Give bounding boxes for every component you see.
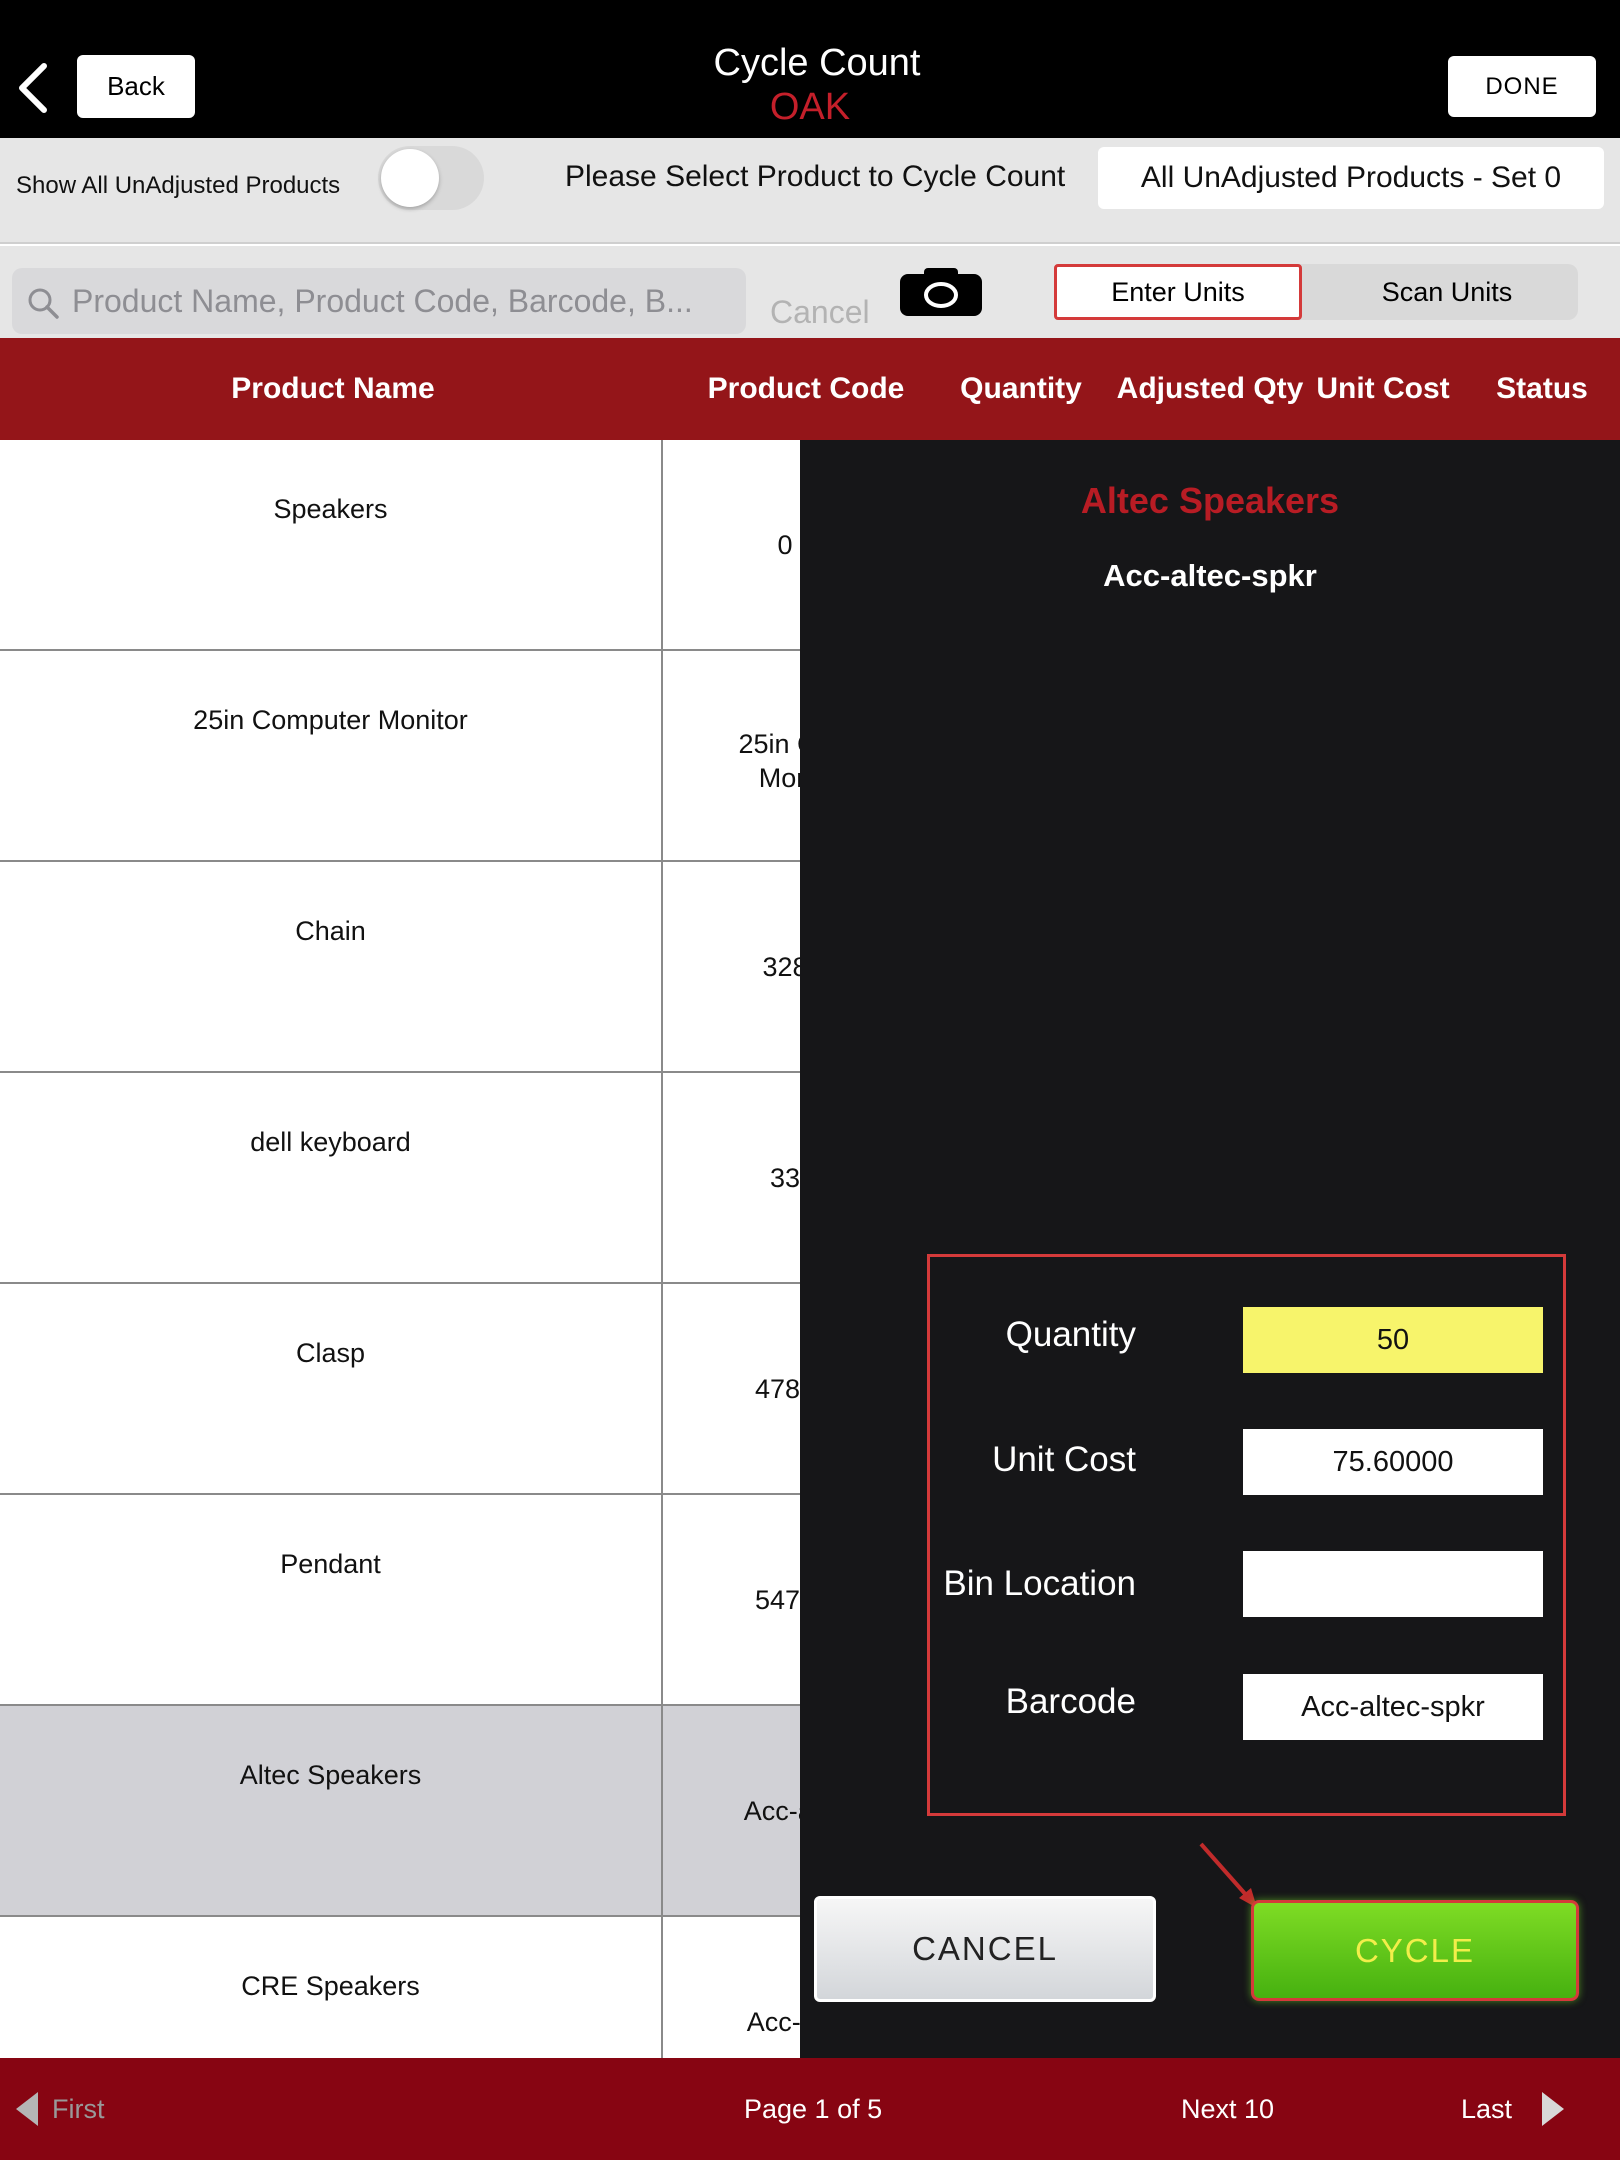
product-name-cell: Speakers bbox=[0, 440, 663, 649]
barcode-label: Barcode bbox=[1005, 1682, 1136, 1721]
table-row[interactable]: 25in Computer Monitor 25in CoMon bbox=[0, 651, 800, 862]
next-10-button[interactable]: Next 10 bbox=[1181, 2058, 1274, 2160]
col-status[interactable]: Status bbox=[1486, 338, 1598, 440]
table-row[interactable]: Chain 328 bbox=[0, 862, 800, 1073]
detail-product-name: Altec Speakers bbox=[1080, 480, 1340, 521]
table-row[interactable]: Clasp 4783 bbox=[0, 1284, 800, 1495]
quantity-field[interactable]: 50 bbox=[1243, 1307, 1543, 1373]
back-button[interactable]: Back bbox=[77, 55, 195, 118]
table-row[interactable]: Pendant 5475 bbox=[0, 1495, 800, 1706]
last-page-button[interactable]: Last bbox=[1461, 2058, 1512, 2160]
unit-cost-label: Unit Cost bbox=[992, 1440, 1136, 1479]
location-subtitle: OAK bbox=[769, 86, 851, 128]
table-header: Product Name Product Code Quantity Adjus… bbox=[0, 338, 1620, 440]
select-prompt: Please Select Product to Cycle Count bbox=[565, 160, 1066, 193]
quantity-label: Quantity bbox=[1005, 1315, 1136, 1354]
product-code-cell: 33 bbox=[769, 1163, 800, 1193]
table-row[interactable]: CRE Speakers Acc-cr bbox=[0, 1917, 800, 2058]
bin-location-label: Bin Location bbox=[943, 1564, 1136, 1603]
first-page-button[interactable]: First bbox=[52, 2058, 104, 2160]
cycle-form: Quantity 50 Unit Cost 75.60000 Bin Locat… bbox=[927, 1254, 1566, 1816]
product-table: Speakers 0 25in Computer Monitor 25in Co… bbox=[0, 440, 800, 2058]
cancel-button[interactable]: CANCEL bbox=[814, 1896, 1156, 2002]
search-icon bbox=[28, 288, 59, 319]
unit-cost-field[interactable]: 75.60000 bbox=[1243, 1429, 1543, 1495]
col-product-name[interactable]: Product Name bbox=[130, 338, 536, 440]
search-input[interactable]: Product Name, Product Code, Barcode, B..… bbox=[12, 268, 746, 334]
product-name-cell: Pendant bbox=[0, 1495, 663, 1704]
enter-units-tab[interactable]: Enter Units bbox=[1054, 264, 1302, 320]
product-name-cell: Clasp bbox=[0, 1284, 663, 1493]
page-indicator: Page 1 of 5 bbox=[744, 2094, 883, 2124]
top-nav-bar: Back Cycle Count OAK DONE bbox=[0, 0, 1620, 138]
cycle-button[interactable]: CYCLE bbox=[1251, 1900, 1579, 2001]
barcode-field[interactable]: Acc-altec-spkr bbox=[1243, 1674, 1543, 1740]
col-product-code[interactable]: Product Code bbox=[690, 338, 922, 440]
cycle-count-screen: Back Cycle Count OAK DONE Show All UnAdj… bbox=[0, 0, 1620, 2160]
product-code-cell: 25in CoMon bbox=[738, 729, 800, 793]
units-mode-segmented-control: Enter Units Scan Units bbox=[1054, 264, 1578, 320]
product-name-cell: 25in Computer Monitor bbox=[0, 651, 663, 860]
page-title: Cycle Count bbox=[713, 42, 921, 84]
show-all-toggle[interactable] bbox=[378, 146, 484, 210]
scan-units-tab[interactable]: Scan Units bbox=[1316, 264, 1578, 320]
show-all-unadjusted-label: Show All UnAdjusted Products bbox=[16, 172, 341, 199]
col-quantity[interactable]: Quantity bbox=[950, 338, 1092, 440]
product-set-select[interactable]: All UnAdjusted Products - Set 0 bbox=[1098, 147, 1604, 209]
product-name-cell: CRE Speakers bbox=[0, 1917, 663, 2058]
product-name-cell: Chain bbox=[0, 862, 663, 1071]
table-row[interactable]: dell keyboard 33 bbox=[0, 1073, 800, 1284]
product-code-cell: 5475 bbox=[754, 1585, 800, 1615]
table-row-selected[interactable]: Altec Speakers Acc-alt bbox=[0, 1706, 800, 1917]
product-name-cell: Altec Speakers bbox=[0, 1706, 663, 1915]
product-code-cell: 328 bbox=[762, 952, 800, 982]
product-code-cell: Acc-alt bbox=[743, 1796, 800, 1826]
search-placeholder: Product Name, Product Code, Barcode, B..… bbox=[72, 283, 693, 319]
done-button[interactable]: DONE bbox=[1448, 56, 1596, 117]
product-code-cell: 0 bbox=[777, 530, 793, 560]
bin-location-field[interactable] bbox=[1243, 1551, 1543, 1617]
detail-product-code: Acc-altec-spkr bbox=[1103, 558, 1317, 593]
camera-icon[interactable] bbox=[900, 268, 982, 316]
product-code-cell: Acc-cr bbox=[746, 2007, 800, 2037]
triangle-right-icon[interactable] bbox=[1540, 2090, 1566, 2128]
pagination-bar: First Page 1 of 5 Next 10 Last bbox=[0, 2058, 1620, 2160]
product-name-cell: dell keyboard bbox=[0, 1073, 663, 1282]
triangle-left-icon[interactable] bbox=[14, 2090, 40, 2128]
arrow-icon bbox=[1199, 1842, 1257, 1908]
col-adjusted-qty[interactable]: Adjusted Qty bbox=[1110, 338, 1310, 440]
toggle-knob bbox=[381, 149, 439, 207]
cycle-detail-panel: Altec Speakers Acc-altec-spkr Quantity 5… bbox=[800, 440, 1620, 2058]
search-cancel-button[interactable]: Cancel bbox=[770, 290, 870, 334]
product-code-cell: 4783 bbox=[754, 1374, 800, 1404]
table-row[interactable]: Speakers 0 bbox=[0, 440, 800, 651]
chevron-left-icon[interactable] bbox=[14, 60, 54, 116]
col-unit-cost[interactable]: Unit Cost bbox=[1310, 338, 1456, 440]
